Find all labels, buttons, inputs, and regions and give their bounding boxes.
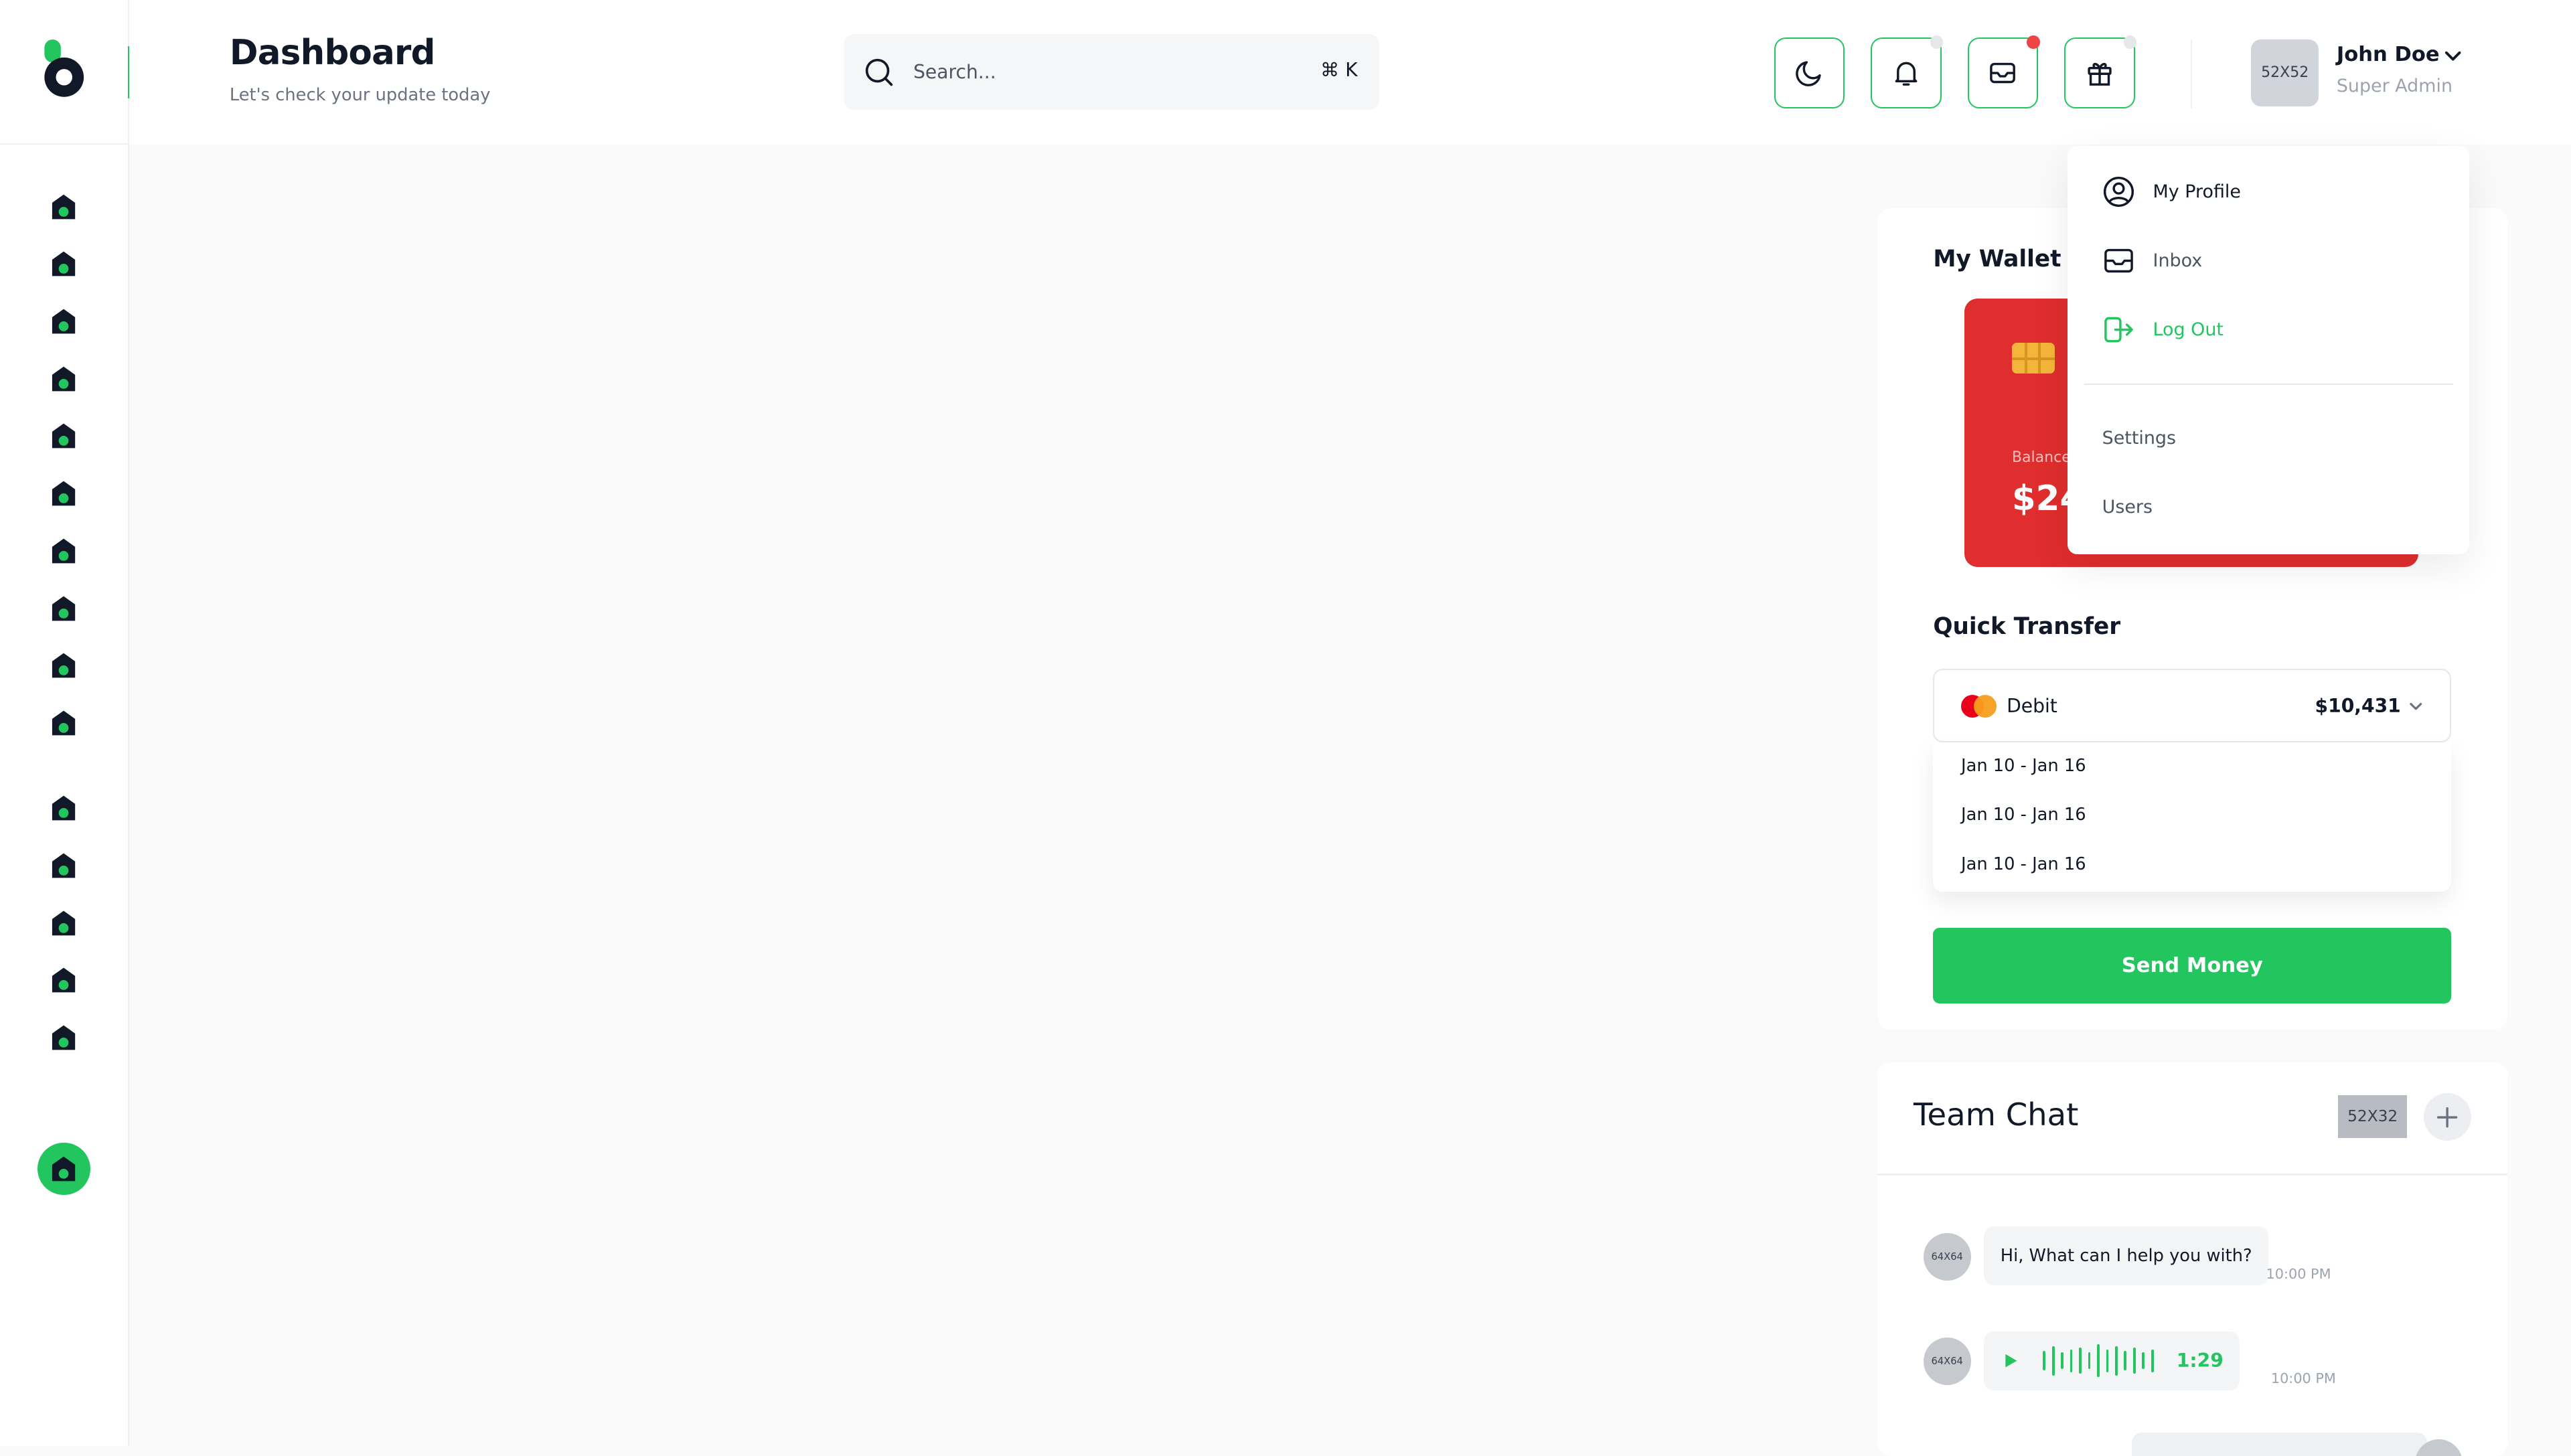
menu-item-label: My Profile	[2153, 181, 2241, 203]
home-icon[interactable]	[49, 1023, 78, 1052]
send-money-button[interactable]: Send Money	[1933, 928, 2452, 1003]
message-time: 10:00 PM	[2266, 1265, 2331, 1282]
add-chat-button[interactable]	[2423, 1093, 2471, 1141]
home-icon[interactable]	[49, 192, 78, 222]
play-icon[interactable]	[2001, 1351, 2020, 1370]
home-icon[interactable]	[49, 708, 78, 738]
date-option[interactable]: Jan 10 - Jan 16	[1961, 756, 2086, 776]
account-amount: $10,431	[2315, 694, 2401, 717]
gift-dot	[2123, 35, 2137, 49]
menu-divider	[2084, 384, 2453, 386]
waveform-bar	[2070, 1349, 2073, 1372]
home-icon[interactable]	[49, 651, 78, 680]
home-icon[interactable]	[49, 908, 78, 938]
home-icon[interactable]	[49, 536, 78, 566]
waveform-bar	[2151, 1349, 2154, 1372]
date-option[interactable]: Jan 10 - Jan 16	[1961, 854, 2086, 874]
user-role: Super Admin	[2336, 75, 2453, 96]
message-avatar: 64X64	[1923, 1232, 1971, 1281]
menu-item-label: Log Out	[2153, 319, 2224, 340]
profile-dropdown-menu: My Profile Inbox Log Out Settings Users	[2068, 145, 2470, 554]
search-input[interactable]	[910, 52, 1288, 92]
top-header: Dashboard Let's check your update today …	[129, 0, 2571, 145]
home-icon[interactable]	[49, 965, 78, 995]
waveform-bar	[2132, 1348, 2136, 1374]
home-icon[interactable]	[49, 421, 78, 451]
wallet-title: My Wallet	[1933, 246, 2061, 273]
menu-link-users[interactable]: Users	[2102, 497, 2153, 517]
home-icon	[52, 1156, 76, 1182]
page-title: Dashboard	[229, 32, 436, 73]
home-icon[interactable]	[49, 364, 78, 394]
dark-mode-button[interactable]	[1774, 37, 1845, 108]
gift-icon	[2088, 62, 2112, 86]
menu-item-label: Inbox	[2153, 250, 2203, 271]
menu-item-log-out[interactable]: Log Out	[2102, 313, 2224, 346]
waveform-bar	[2124, 1350, 2127, 1371]
menu-link-settings[interactable]: Settings	[2102, 428, 2176, 449]
mastercard-icon	[1960, 694, 1997, 718]
waveform-bar	[2043, 1350, 2046, 1371]
home-icon[interactable]	[49, 594, 78, 623]
gifts-button[interactable]	[2064, 35, 2137, 108]
messages-button[interactable]	[1967, 35, 2040, 108]
balance-label: Balance	[2011, 449, 2071, 466]
bell-icon	[1895, 62, 1918, 86]
team-chat-card: Team Chat 52X32 64X64 Hi, What can I hel…	[1877, 1062, 2507, 1456]
account-type: Debit	[2007, 694, 2057, 717]
quick-transfer-title: Quick Transfer	[1933, 613, 2121, 640]
waveform-bar	[2051, 1346, 2055, 1376]
home-icon[interactable]	[49, 307, 78, 336]
search-icon	[865, 58, 892, 86]
waveform-bar	[2106, 1349, 2109, 1372]
menu-item-my-profile[interactable]: My Profile	[2102, 175, 2241, 208]
chevron-down-icon	[2409, 702, 2422, 710]
waveform-bar	[2115, 1346, 2118, 1376]
home-icon[interactable]	[49, 793, 78, 823]
mail-icon	[1990, 62, 2016, 84]
user-name[interactable]: John Doe	[2337, 43, 2440, 66]
team-chat-title: Team Chat	[1913, 1097, 2079, 1133]
home-fab-button[interactable]	[37, 1142, 90, 1196]
account-select[interactable]: Debit $10,431	[1933, 669, 2452, 743]
logout-icon	[2104, 317, 2133, 343]
home-icon[interactable]	[49, 249, 78, 278]
moon-icon	[1796, 61, 1822, 86]
sidebar: ›	[0, 0, 151, 1447]
date-option[interactable]: Jan 10 - Jan 16	[1961, 805, 2086, 825]
voice-duration: 1:29	[2176, 1350, 2224, 1372]
card-chip-icon	[2011, 342, 2055, 374]
voice-message-bubble: 1:29	[1984, 1331, 2240, 1390]
page-subtitle: Let's check your update today	[229, 85, 491, 106]
inbox-icon	[2104, 248, 2133, 273]
logo-icon	[44, 39, 84, 97]
waveform-bar	[2088, 1352, 2091, 1369]
user-avatar[interactable]: 52X52	[2251, 39, 2319, 107]
search-bar[interactable]: ⌘ K	[844, 34, 1379, 110]
plus-icon	[2436, 1107, 2458, 1128]
chevron-down-icon[interactable]	[2443, 46, 2463, 66]
waveform-bar	[2097, 1344, 2100, 1378]
date-range-dropdown: Jan 10 - Jan 16 Jan 10 - Jan 16 Jan 10 -…	[1933, 742, 2452, 892]
search-shortcut-hint: ⌘ K	[1320, 59, 1358, 82]
chat-divider	[1877, 1174, 2507, 1176]
message-bubble: Hi, What can I help you with?	[1984, 1226, 2269, 1285]
message-avatar: 64X64	[1923, 1338, 1971, 1386]
message-bubble	[2131, 1433, 2427, 1456]
message-badge-dot	[2027, 35, 2040, 49]
header-divider	[2190, 39, 2193, 108]
chat-thumbnail: 52X32	[2338, 1095, 2408, 1138]
waveform-bar	[2061, 1352, 2063, 1369]
menu-item-inbox[interactable]: Inbox	[2102, 244, 2203, 277]
waveform-bar	[2079, 1348, 2082, 1374]
home-icon[interactable]	[49, 851, 78, 880]
notification-dot	[1930, 35, 1944, 49]
message-time: 10:00 PM	[2270, 1370, 2336, 1387]
home-icon[interactable]	[49, 479, 78, 508]
waveform-bar	[2142, 1352, 2145, 1369]
voice-waveform	[2043, 1344, 2154, 1378]
notifications-button[interactable]	[1871, 35, 1944, 108]
logo-area	[0, 0, 130, 145]
user-circle-icon	[2103, 176, 2134, 208]
